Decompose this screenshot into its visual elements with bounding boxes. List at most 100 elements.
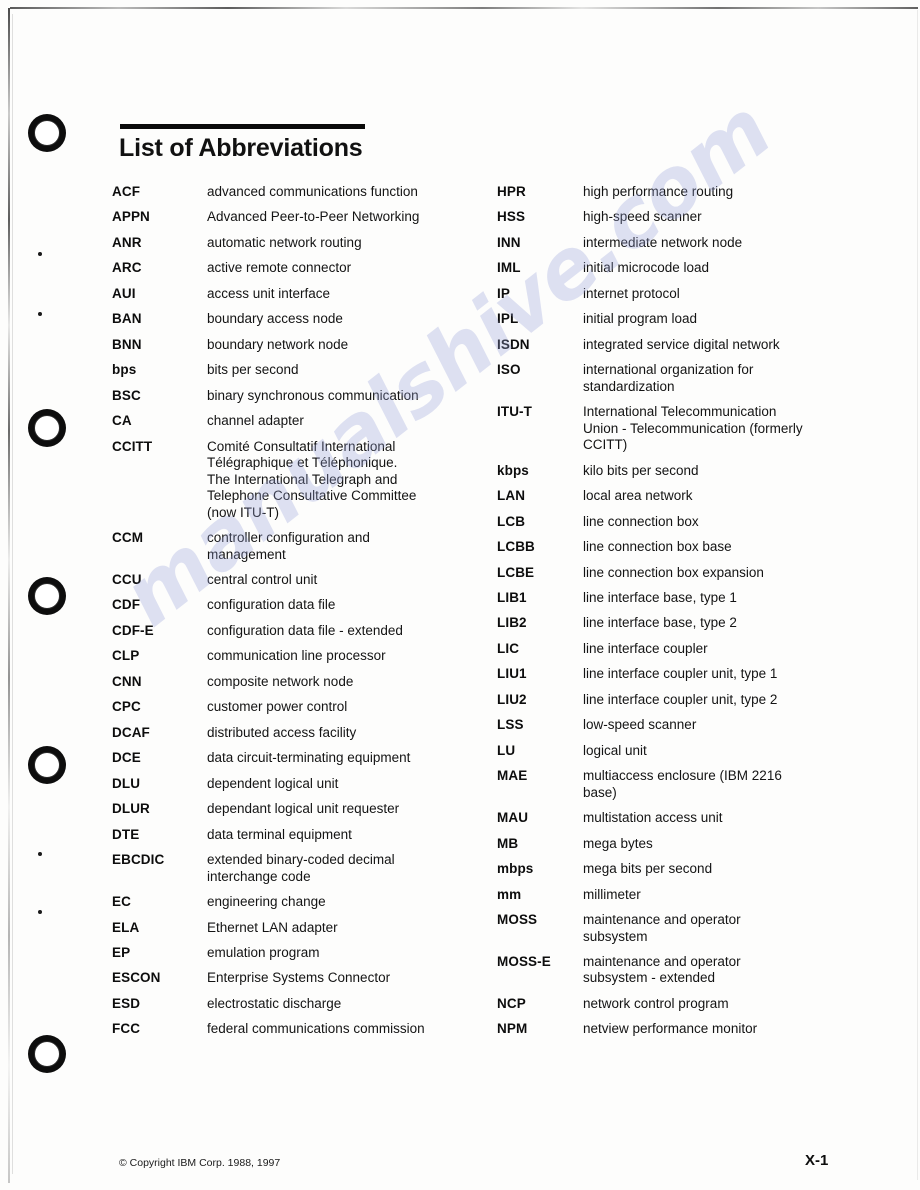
abbreviation-definition: customer power control: [207, 699, 482, 715]
definition-line: kilo bits per second: [583, 462, 699, 478]
abbreviation-term: CCU: [112, 571, 142, 587]
definition-line: advanced communications function: [207, 184, 418, 199]
abbreviation-entry: DLU dependent logical unit: [112, 776, 482, 792]
abbreviation-entry: MOSS maintenance and operator subsystem: [497, 912, 872, 945]
definition-line: line interface coupler unit, type 2: [583, 691, 778, 707]
definition-line: CCITT): [583, 437, 628, 453]
abbreviation-term: LIB1: [497, 589, 527, 605]
abbreviation-entry: LIU2 line interface coupler unit, type 2: [497, 692, 872, 708]
abbreviation-term: LCBE: [497, 564, 535, 580]
abbreviation-entry: MAE multiaccess enclosure (IBM 2216 base): [497, 768, 872, 801]
definition-line: high performance routing: [583, 184, 734, 199]
scan-edge-left: [8, 8, 10, 1183]
scan-speck: [38, 910, 42, 914]
abbreviation-term: BNN: [112, 336, 142, 352]
abbreviation-term: LIU2: [497, 691, 527, 707]
abbreviation-definition: advanced communications function: [207, 184, 482, 200]
definition-line: federal communications commission: [207, 1021, 425, 1037]
abbreviation-term: ELA: [112, 919, 140, 935]
abbreviation-term: EP: [112, 945, 131, 960]
definition-line: Advanced Peer-to-Peer Networking: [207, 209, 420, 225]
abbreviation-term: CA: [112, 413, 132, 429]
abbreviation-entry: LCBE line connection box expansion: [497, 565, 872, 581]
definition-line: subsystem - extended: [583, 970, 716, 986]
abbreviation-term: LCB: [497, 513, 526, 529]
abbreviation-term: DTE: [112, 826, 140, 842]
abbreviation-term: CDF: [112, 597, 141, 613]
abbreviation-definition: data terminal equipment: [207, 827, 482, 843]
definition-line: subsystem: [583, 928, 648, 944]
definition-line: network control program: [583, 995, 729, 1011]
definition-line: high-speed scanner: [583, 209, 702, 225]
definition-line: (now ITU-T): [207, 504, 279, 520]
abbreviation-definition: line interface coupler unit, type 1: [583, 666, 872, 682]
abbreviation-definition: Comité Consultatif International Télégrap…: [207, 439, 482, 521]
abbreviation-entry: LIB2 line interface base, type 2: [497, 615, 872, 631]
definition-line: dependant logical unit requester: [207, 801, 400, 817]
abbreviation-entry: LAN local area network: [497, 488, 872, 504]
abbreviation-term: CDF-E: [112, 622, 154, 638]
abbreviation-term: MAU: [497, 810, 529, 826]
binder-hole: [34, 120, 60, 146]
abbreviation-entry: FCC federal communications commission: [112, 1021, 482, 1037]
abbreviation-definition: boundary access node: [207, 311, 482, 327]
abbreviation-term: kbps: [497, 462, 529, 478]
abbreviation-definition: internet protocol: [583, 286, 872, 302]
abbreviation-entry: kbps kilo bits per second: [497, 463, 872, 479]
abbreviation-definition: data circuit-terminating equipment: [207, 750, 482, 766]
definition-line: internet protocol: [583, 285, 680, 301]
abbreviation-definition: multistation access unit: [583, 810, 872, 826]
abbreviation-entry: CDF-E configuration data file - extended: [112, 623, 482, 639]
abbreviation-entry: HSS high-speed scanner: [497, 209, 872, 225]
binder-hole: [34, 752, 60, 778]
definition-line: line interface coupler unit, type 1: [583, 666, 778, 682]
abbreviation-term: ARC: [112, 260, 142, 276]
abbreviation-entry: ACF advanced communications function: [112, 184, 482, 200]
abbreviation-entry: MB mega bytes: [497, 836, 872, 852]
abbreviation-term: mm: [497, 886, 522, 902]
abbreviation-entry: BSC binary synchronous communication: [112, 388, 482, 404]
abbreviation-entry: LIC line interface coupler: [497, 641, 872, 657]
abbreviation-term: ISO: [497, 362, 521, 378]
definition-line: standardization: [583, 378, 675, 394]
abbreviation-definition: line connection box: [583, 514, 872, 530]
definition-line: data terminal equipment: [207, 826, 352, 842]
definition-line: composite network node: [207, 673, 354, 689]
abbreviation-entry: APPN Advanced Peer-to-Peer Networking: [112, 209, 482, 225]
abbreviation-entry: LSS low-speed scanner: [497, 717, 872, 733]
abbreviation-term: ANR: [112, 234, 142, 250]
abbreviation-definition: distributed access facility: [207, 725, 482, 741]
definition-line: engineering change: [207, 894, 326, 910]
definition-line: configuration data file - extended: [207, 622, 403, 638]
abbreviation-term: BAN: [112, 311, 142, 327]
definition-line: configuration data file: [207, 597, 336, 613]
abbreviation-definition: maintenance and operator subsystem: [583, 912, 872, 945]
abbreviation-entry: ANR automatic network routing: [112, 235, 482, 251]
definition-line: automatic network routing: [207, 234, 362, 250]
abbreviation-definition: boundary network node: [207, 337, 482, 353]
abbreviation-definition: emulation program: [207, 945, 482, 961]
definition-line: distributed access facility: [207, 724, 357, 740]
abbreviation-entry: LIU1 line interface coupler unit, type 1: [497, 666, 872, 682]
abbreviation-term: BSC: [112, 387, 141, 403]
footer-copyright: © Copyright IBM Corp. 1988, 1997: [119, 1157, 281, 1169]
abbreviation-term: LSS: [497, 717, 524, 733]
definition-line: management: [207, 546, 286, 562]
abbreviation-definition: binary synchronous communication: [207, 388, 482, 404]
abbreviation-term: mbps: [497, 861, 534, 877]
abbreviation-definition: netview performance monitor: [583, 1021, 872, 1037]
binder-hole: [34, 415, 60, 441]
abbreviation-definition: central control unit: [207, 572, 482, 588]
definition-line: The International Telegraph and: [207, 471, 398, 487]
abbreviation-entry: CNN composite network node: [112, 674, 482, 690]
abbreviation-entry: DTE data terminal equipment: [112, 827, 482, 843]
scan-speck: [38, 852, 42, 856]
abbreviation-entry: DLUR dependant logical unit requester: [112, 801, 482, 817]
abbreviation-term: CNN: [112, 673, 142, 689]
abbreviation-definition: line connection box expansion: [583, 565, 872, 581]
definition-line: intermediate network node: [583, 234, 743, 250]
abbreviation-entry: DCE data circuit-terminating equipment: [112, 750, 482, 766]
definition-line: electrostatic discharge: [207, 995, 342, 1011]
abbreviation-term: MOSS: [497, 912, 538, 928]
abbreviation-definition: Advanced Peer-to-Peer Networking: [207, 209, 482, 225]
